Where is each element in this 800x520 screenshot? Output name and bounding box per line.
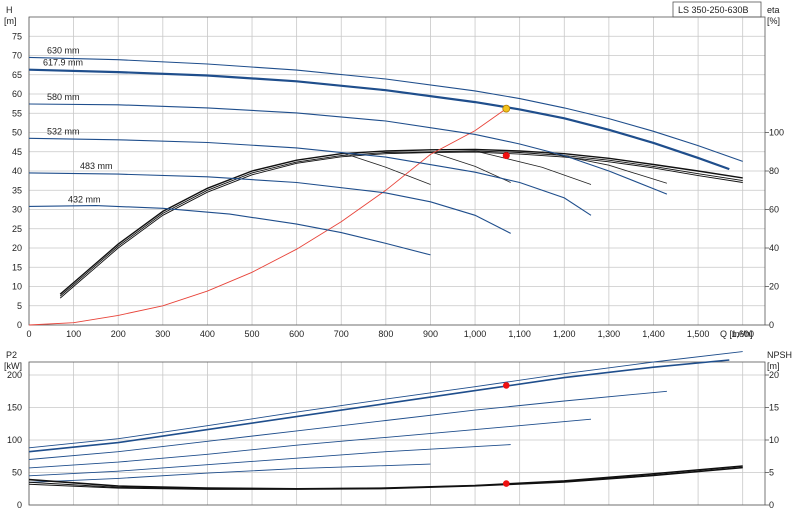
- head-left-tick-label: 40: [12, 166, 22, 176]
- power-curve: [28, 463, 431, 483]
- head-curve-label: 630 mm: [47, 45, 80, 55]
- x-tick-label: 400: [200, 329, 215, 339]
- head-curve: [28, 205, 431, 256]
- x-tick-label: 1,000: [464, 329, 487, 339]
- head-curve-label: 532 mm: [47, 126, 80, 136]
- power-grid: [28, 362, 765, 506]
- power-right-tick-label: 15: [769, 403, 779, 413]
- x-tick-label: 900: [423, 329, 438, 339]
- power-left-tick-label: 150: [7, 403, 22, 413]
- x-tick-label: 100: [66, 329, 81, 339]
- power-curve: [28, 390, 667, 460]
- x-tick-label: 1,300: [598, 329, 621, 339]
- head-left-tick-label: 45: [12, 147, 22, 157]
- head-right-tick-label: 20: [769, 282, 779, 292]
- x-tick-label: 1,100: [508, 329, 531, 339]
- x-tick-label: 0: [26, 329, 31, 339]
- head-left-tick-label: 50: [12, 128, 22, 138]
- power-left-unit: [kW]: [4, 361, 22, 371]
- head-left-tick-label: 65: [12, 70, 22, 80]
- power-right-tick-label: 5: [769, 468, 774, 478]
- head-right-title: eta: [767, 5, 780, 15]
- power-left-tick-label: 200: [7, 370, 22, 380]
- head-left-tick-label: 0: [17, 320, 22, 330]
- head-left-title: H: [6, 5, 13, 15]
- x-tick-label: 1,400: [642, 329, 665, 339]
- power-frame: [28, 361, 766, 506]
- head-left-tick-label: 70: [12, 51, 22, 61]
- pump-label-box: LS 350-250-630B: [672, 1, 762, 18]
- x-axis-label: Q [m³/h]: [720, 329, 753, 339]
- head-curve-label: 432 mm: [68, 194, 101, 204]
- power-left-tick-label: 0: [17, 500, 22, 510]
- head-left-tick-label: 35: [12, 185, 22, 195]
- head-left-unit: [m]: [4, 16, 17, 26]
- x-tick-label: 200: [111, 329, 126, 339]
- head-right-tick-label: 40: [769, 243, 779, 253]
- head-right-tick-label: 0: [769, 320, 774, 330]
- operating-point-marker: [502, 480, 510, 487]
- head-right-tick-label: 80: [769, 166, 779, 176]
- head-right-tick-label: 60: [769, 205, 779, 215]
- power-right-title: NPSH: [767, 350, 792, 360]
- x-tick-label: 700: [334, 329, 349, 339]
- head-curve: [28, 103, 668, 195]
- operating-point-marker: [502, 104, 511, 113]
- power-right-tick-label: 20: [769, 370, 779, 380]
- head-right-tick-label: 100: [769, 128, 784, 138]
- x-tick-label: 1,500: [687, 329, 710, 339]
- head-left-tick-label: 75: [12, 31, 22, 41]
- head-curve: [28, 172, 511, 234]
- pump-label: LS 350-250-630B: [678, 5, 749, 15]
- head-left-tick-label: 30: [12, 205, 22, 215]
- head-left-tick-label: 5: [17, 301, 22, 311]
- head-left-tick-label: 60: [12, 89, 22, 99]
- x-tick-label: 800: [378, 329, 393, 339]
- operating-point-marker: [502, 152, 510, 160]
- head-curve-label: 580 mm: [47, 92, 80, 102]
- x-tick-label: 1,200: [553, 329, 576, 339]
- operating-point-marker: [502, 382, 510, 389]
- x-tick-label: 500: [245, 329, 260, 339]
- efficiency-tail: [475, 150, 592, 185]
- power-curve: [28, 444, 511, 477]
- head-left-tick-label: 20: [12, 243, 22, 253]
- x-tick-label: 600: [289, 329, 304, 339]
- head-grid: [28, 17, 765, 326]
- head-left-tick-label: 25: [12, 224, 22, 234]
- head-panel: 0 5 10 15 20 25 30 35 40 45 50 55 60 65 70 75 0 20 40 60 80 1…: [4, 5, 784, 339]
- head-curve-label: 617.9 mm: [43, 58, 83, 68]
- pump-performance-chart: LS 350-250-630B 051015202530354045505560…: [4, 1, 792, 510]
- power-right-tick-label: 10: [769, 435, 779, 445]
- head-right-unit: [%]: [767, 16, 780, 26]
- power-panel: 0 50 100 150 200 0 5 10 15 20 P2[kW] NPSH[m]: [4, 350, 792, 510]
- head-left-tick-label: 10: [12, 282, 22, 292]
- x-tick-label: 300: [155, 329, 170, 339]
- system-curve: [28, 108, 507, 326]
- head-left-tick-label: 15: [12, 262, 22, 272]
- power-right-unit: [m]: [767, 361, 780, 371]
- power-left-tick-label: 50: [12, 468, 22, 478]
- power-left-title: P2: [6, 350, 17, 360]
- head-left-tick-label: 55: [12, 108, 22, 118]
- power-right-tick-label: 0: [769, 500, 774, 510]
- power-left-tick-label: 100: [7, 435, 22, 445]
- head-curve-label: 483 mm: [80, 161, 113, 171]
